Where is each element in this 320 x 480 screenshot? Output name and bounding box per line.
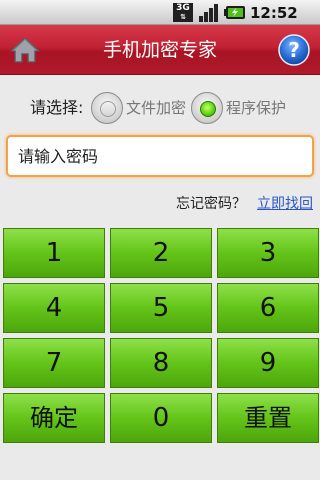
data-arrows-icon: ⇅ xyxy=(180,13,186,21)
forgot-password-text: 忘记密码？ xyxy=(176,196,246,212)
status-time-value: 12:52 xyxy=(250,4,298,22)
status-bar: 3G ⇅ 12:52 AM xyxy=(0,0,320,42)
mode-select-prompt: 请选择: xyxy=(30,98,84,117)
confirm-button[interactable]: 确定 xyxy=(3,393,105,443)
svg-text:?: ? xyxy=(288,38,300,62)
radio-file-encrypt[interactable] xyxy=(91,92,123,124)
network-label: 3G xyxy=(176,3,190,13)
radio-app-protect-label[interactable]: 程序保护 xyxy=(226,88,286,128)
network-3g-icon: 3G ⇅ xyxy=(173,3,193,22)
radio-file-encrypt-label[interactable]: 文件加密 xyxy=(126,88,186,128)
key-5[interactable]: 5 xyxy=(110,283,212,333)
radio-app-protect[interactable] xyxy=(191,92,223,124)
mode-select-row: 请选择: 文件加密 程序保护 xyxy=(0,88,320,128)
radio-indicator xyxy=(100,101,116,117)
home-icon[interactable] xyxy=(10,36,40,64)
key-8[interactable]: 8 xyxy=(110,338,212,388)
key-1[interactable]: 1 xyxy=(3,228,105,278)
key-3[interactable]: 3 xyxy=(217,228,319,278)
title-bar: 手机加密专家 ? xyxy=(0,25,320,75)
signal-strength-icon xyxy=(199,4,218,22)
forgot-password-row: 忘记密码？ 立即找回 xyxy=(0,193,320,215)
reset-button[interactable]: 重置 xyxy=(217,393,319,443)
key-7[interactable]: 7 xyxy=(3,338,105,388)
status-time: 12:52 AM xyxy=(250,3,320,42)
recover-password-link[interactable]: 立即找回 xyxy=(257,193,313,215)
key-9[interactable]: 9 xyxy=(217,338,319,388)
radio-indicator-selected xyxy=(200,101,216,117)
password-input[interactable] xyxy=(6,135,314,177)
help-icon[interactable]: ? xyxy=(278,34,310,66)
key-2[interactable]: 2 xyxy=(110,228,212,278)
battery-charging-icon xyxy=(224,6,245,19)
key-6[interactable]: 6 xyxy=(217,283,319,333)
app-title: 手机加密专家 xyxy=(102,39,217,61)
key-0[interactable]: 0 xyxy=(110,393,212,443)
key-4[interactable]: 4 xyxy=(3,283,105,333)
